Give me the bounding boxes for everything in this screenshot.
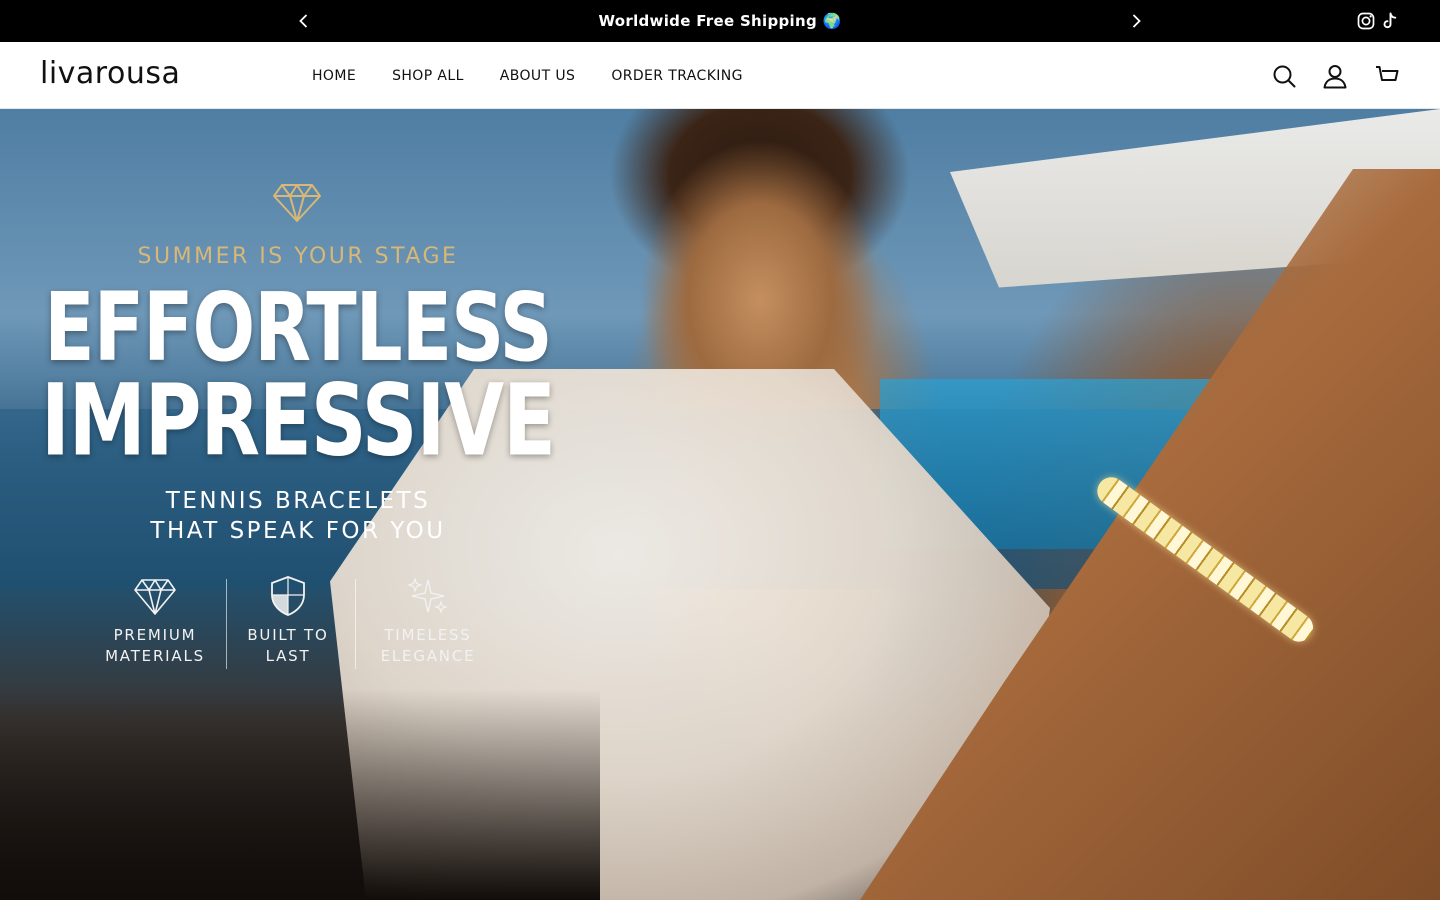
nav-home[interactable]: HOME [312,68,356,84]
hero-shadow [0,689,600,900]
nav-shop-all[interactable]: SHOP ALL [392,68,464,84]
feature-premium-materials: PREMIUM MATERIALS [95,574,215,667]
feature-label-line1: BUILT TO [247,626,329,644]
hero-features: PREMIUM MATERIALS BUILT TO LAST TIMELESS… [100,574,500,669]
shield-icon [266,574,310,618]
feature-label-line2: ELEGANCE [380,647,476,665]
feature-label-line1: PREMIUM [113,626,197,644]
feature-timeless-elegance: TIMELESS ELEGANCE [368,574,488,667]
cart-icon[interactable] [1374,63,1400,89]
search-icon[interactable] [1271,63,1297,89]
feature-label-line2: MATERIALS [105,647,205,665]
nav-order-tracking[interactable]: ORDER TRACKING [611,68,743,84]
hero-banner[interactable]: SUMMER IS YOUR STAGE EFFORTLESS IMPRESSI… [0,109,1440,900]
diamond-icon [272,181,322,225]
diamond-icon [133,574,177,618]
hero-subline-2: THAT SPEAK FOR YOU [150,518,446,544]
site-logo[interactable]: livarousa [40,56,180,91]
tiktok-icon[interactable] [1380,11,1400,31]
hero-kicker: SUMMER IS YOUR STAGE [137,244,459,269]
site-header: livarousa HOME SHOP ALL ABOUT US ORDER T… [0,42,1440,109]
feature-built-to-last: BUILT TO LAST [228,574,348,667]
hero-subline-1: TENNIS BRACELETS [165,488,431,514]
sparkle-icon [406,574,450,618]
feature-divider [355,579,356,669]
chevron-right-icon[interactable] [1126,11,1146,31]
hero-text-overlay: SUMMER IS YOUR STAGE EFFORTLESS IMPRESSI… [0,109,600,709]
hero-headline-2: IMPRESSIVE [40,363,556,479]
feature-divider [226,579,227,669]
feature-label-line1: TIMELESS [384,626,472,644]
main-nav: HOME SHOP ALL ABOUT US ORDER TRACKING [312,68,743,84]
instagram-icon[interactable] [1356,11,1376,31]
nav-about-us[interactable]: ABOUT US [500,68,576,84]
announcement-bar: Worldwide Free Shipping 🌍 [0,0,1440,42]
account-icon[interactable] [1322,63,1348,89]
announcement-message: Worldwide Free Shipping 🌍 [598,12,842,30]
feature-label-line2: LAST [265,647,311,665]
